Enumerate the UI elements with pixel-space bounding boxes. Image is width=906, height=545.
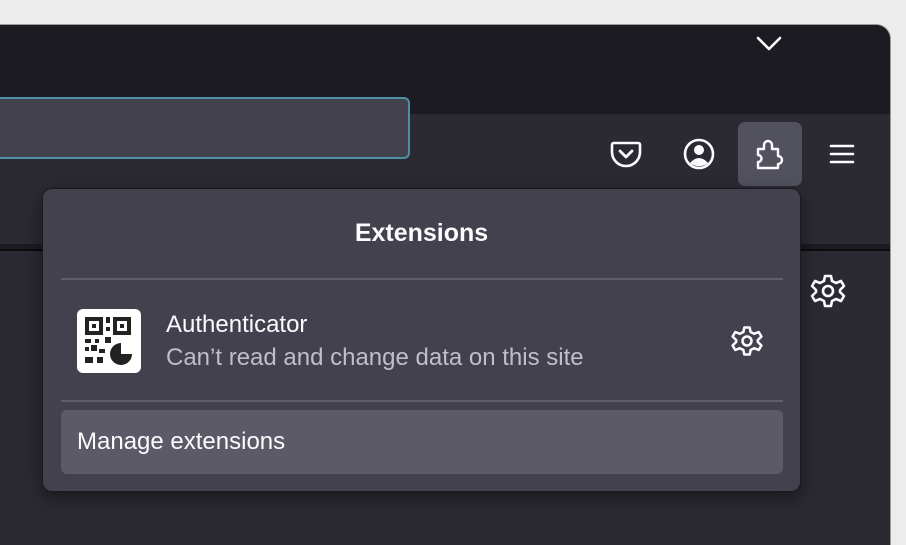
panel-divider: [61, 400, 783, 402]
account-icon: [682, 137, 716, 171]
extension-description: Can’t read and change data on this site: [166, 344, 584, 371]
extension-settings-gear-icon[interactable]: [729, 323, 765, 359]
account-button[interactable]: [667, 122, 731, 186]
app-menu-button[interactable]: [810, 122, 874, 186]
extensions-button[interactable]: [738, 122, 802, 186]
panel-title: Extensions: [354, 219, 489, 247]
hamburger-menu-icon: [828, 142, 856, 166]
puzzle-piece-icon: [754, 137, 786, 171]
extension-name: Authenticator: [166, 311, 308, 338]
panel-divider: [61, 278, 783, 280]
pocket-button[interactable]: [594, 122, 658, 186]
pocket-icon: [610, 139, 642, 169]
gear-icon[interactable]: [808, 271, 848, 311]
url-bar[interactable]: [0, 97, 410, 159]
manage-extensions-button[interactable]: Manage extensions: [61, 410, 783, 474]
manage-extensions-label: Manage extensions: [77, 428, 286, 455]
extensions-panel: Extensions Authenticator Can’t read and …: [42, 188, 801, 492]
chevron-down-icon[interactable]: [752, 30, 786, 56]
extension-item-authenticator[interactable]: Authenticator Can’t read and change data…: [61, 289, 783, 401]
qr-code-icon: [77, 309, 141, 373]
